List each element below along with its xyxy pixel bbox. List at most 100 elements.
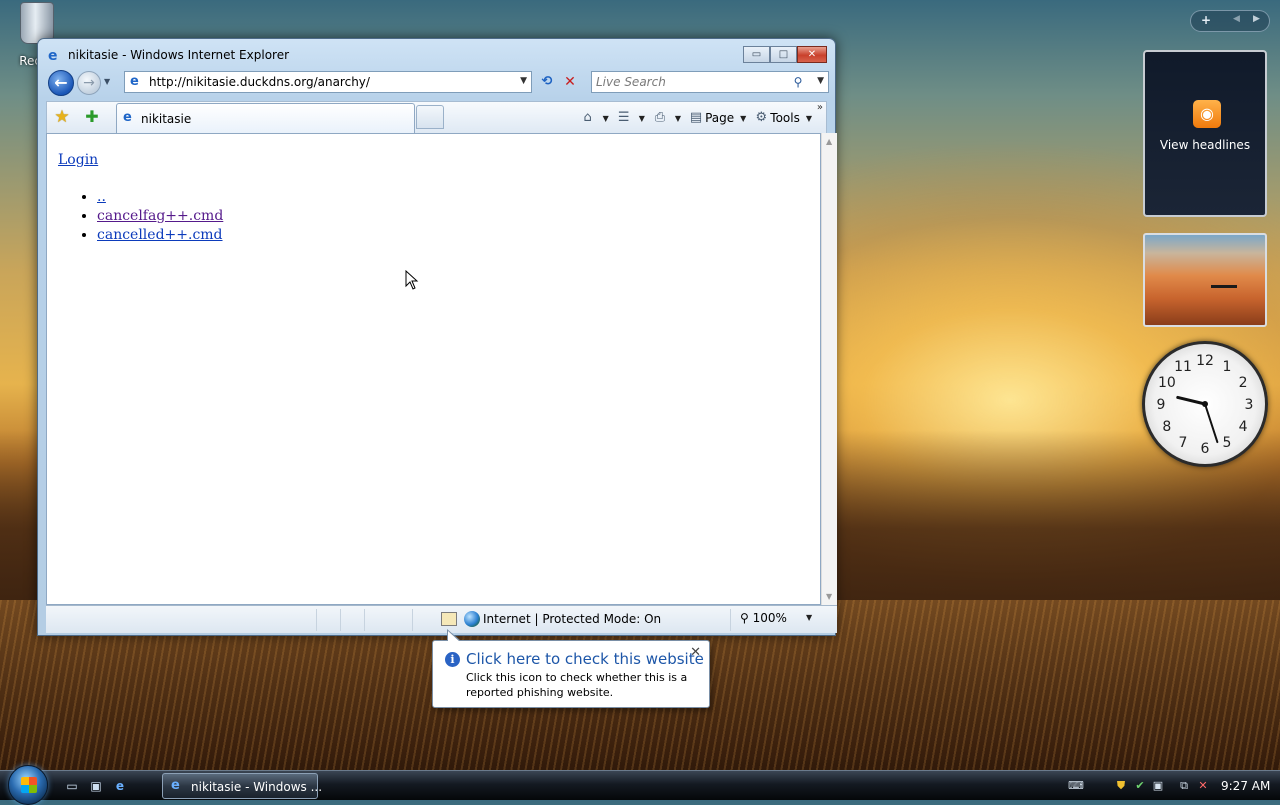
defender-icon[interactable]: ✔ — [1133, 779, 1147, 793]
phishing-check-balloon[interactable]: i Click here to check this website Click… — [432, 629, 710, 708]
file-list: .. cancelfag++.cmd cancelled++.cmd — [85, 188, 223, 245]
status-divider — [340, 609, 341, 631]
show-desktop-icon[interactable]: ▭ — [64, 778, 80, 794]
new-tab-button[interactable] — [416, 105, 444, 129]
refresh-button[interactable]: ⟲ — [537, 72, 557, 92]
switch-windows-icon[interactable]: ▣ — [88, 778, 104, 794]
add-gadget-button[interactable]: + — [1201, 13, 1211, 27]
home-dropdown-icon[interactable]: ▼ — [603, 114, 609, 123]
search-icon[interactable]: ⚲ — [790, 74, 806, 90]
clock-numeral: 3 — [1245, 397, 1254, 413]
oryx-silhouette-icon — [1211, 285, 1237, 299]
ie-window: e nikitasie - Windows Internet Explorer … — [37, 38, 837, 636]
info-icon: i — [445, 652, 460, 667]
windows-logo-icon — [21, 777, 37, 793]
maximize-button[interactable]: □ — [770, 46, 797, 63]
file-link[interactable]: cancelfag++.cmd — [97, 208, 223, 224]
clock-minute-hand — [1204, 403, 1219, 444]
stop-button[interactable]: ✕ — [560, 72, 580, 92]
login-link[interactable]: Login — [58, 152, 98, 168]
status-divider — [412, 609, 413, 631]
add-to-favorites-icon[interactable]: ✚ — [83, 108, 101, 126]
list-item: .. — [97, 188, 223, 207]
taskbar: ▭ ▣ e e nikitasie - Windows ... ⌨ ⛊ ✔ ▣ … — [0, 765, 1280, 805]
balloon-close-icon[interactable]: ✕ — [690, 645, 701, 660]
page-content: Login .. cancelfag++.cmd cancelled++.cmd — [46, 133, 821, 605]
clock-numeral: 5 — [1223, 435, 1232, 451]
phishing-filter-icon[interactable] — [441, 612, 457, 626]
address-url[interactable]: http://nikitasie.duckdns.org/anarchy/ — [149, 75, 370, 89]
clock-face: 1234567891011 12 — [1157, 353, 1254, 457]
clock-time[interactable]: 9:27 AM — [1221, 779, 1270, 793]
security-zone-text[interactable]: Internet | Protected Mode: On — [483, 612, 661, 626]
zoom-level[interactable]: ⚲ 100% — [740, 611, 787, 625]
display-icon[interactable]: ▣ — [1151, 779, 1165, 793]
parent-directory-link[interactable]: .. — [97, 189, 106, 205]
status-bar: Internet | Protected Mode: On ⚲ 100% ▼ — [46, 605, 837, 633]
list-item: cancelfag++.cmd — [97, 207, 223, 226]
clock-numeral: 11 — [1174, 359, 1192, 375]
volume-muted-icon[interactable]: ✕ — [1196, 779, 1210, 793]
favorites-center-icon[interactable]: ★ — [53, 108, 71, 126]
tools-menu-button[interactable]: ⚙ Tools ▼ — [749, 106, 826, 130]
command-bar: ★ ✚ e nikitasie ⌂▼ ☰▼ ⎙▼ ▤ Page ▼ ⚙ T — [46, 101, 827, 133]
scroll-up-icon[interactable]: ▲ — [826, 137, 832, 146]
feeds-button[interactable]: ☰ ▼ — [612, 106, 648, 130]
clock-numeral: 10 — [1158, 375, 1176, 391]
recent-pages-dropdown-icon[interactable]: ▼ — [104, 77, 110, 86]
feed-icon: ☰ — [617, 110, 630, 125]
previous-gadget-button[interactable]: ◀ — [1233, 14, 1240, 24]
tab-page-icon: e — [123, 110, 132, 125]
minimize-button[interactable]: ▭ — [743, 46, 770, 63]
ie-logo-icon: e — [48, 48, 58, 64]
clock-numeral: 7 — [1179, 435, 1188, 451]
vertical-scrollbar[interactable]: ▲ ▼ — [821, 133, 837, 605]
address-dropdown-icon[interactable]: ▼ — [520, 76, 527, 86]
start-button[interactable] — [8, 765, 48, 805]
zoom-value: 100% — [752, 611, 787, 625]
scroll-down-icon[interactable]: ▼ — [826, 592, 832, 601]
printer-icon: ⎙ — [654, 110, 666, 125]
print-dropdown-icon[interactable]: ▼ — [675, 114, 681, 123]
clock-hour-hand — [1176, 395, 1207, 406]
clock-numeral: 4 — [1239, 419, 1248, 435]
clock-numeral: 6 — [1201, 441, 1210, 457]
security-shield-icon[interactable]: ⛊ — [1114, 779, 1128, 793]
sidebar-controls: + ◀ ▶ — [1190, 10, 1270, 32]
list-item: cancelled++.cmd — [97, 226, 223, 245]
clock-numeral: 8 — [1162, 419, 1171, 435]
clock-numeral: 12 — [1196, 353, 1214, 369]
home-button[interactable]: ⌂ ▼ — [576, 106, 612, 130]
network-icon[interactable]: ⧉ — [1177, 779, 1191, 793]
print-button[interactable]: ⎙ ▼ — [648, 106, 684, 130]
page-menu-label: Page — [705, 111, 735, 125]
window-title: nikitasie - Windows Internet Explorer — [68, 48, 290, 62]
feeds-dropdown-icon[interactable]: ▼ — [639, 114, 645, 123]
next-gadget-button[interactable]: ▶ — [1253, 14, 1260, 24]
forward-button[interactable]: → — [77, 71, 101, 95]
home-icon: ⌂ — [583, 110, 592, 125]
zoom-dropdown-icon[interactable]: ▼ — [806, 613, 812, 622]
clock-gadget[interactable]: 1 2 3 4 5 6 7 8 9 10 11 12 — [1142, 341, 1268, 467]
address-bar[interactable]: e http://nikitasie.duckdns.org/anarchy/ … — [124, 71, 532, 93]
back-button[interactable]: ← — [48, 70, 74, 96]
search-options-dropdown-icon[interactable]: ▼ — [817, 76, 824, 86]
chevron-more-icon[interactable]: » — [817, 102, 823, 113]
command-tools: ⌂ ▼ ☰ ▼ ⎙ ▼ ▤ Page ▼ ⚙ Tools ▼ — [576, 102, 826, 134]
page-menu-button[interactable]: ▤ Page ▼ — [684, 106, 749, 130]
tab-nikitasie[interactable]: e nikitasie — [116, 103, 415, 133]
balloon-body: Click this icon to check whether this is… — [466, 671, 688, 699]
taskbar-button-ie[interactable]: e nikitasie - Windows ... — [162, 773, 322, 799]
close-button[interactable]: ✕ — [797, 46, 827, 63]
slideshow-gadget[interactable] — [1143, 233, 1267, 327]
taskbar-button-label: nikitasie - Windows ... — [191, 780, 323, 794]
title-bar[interactable]: e nikitasie - Windows Internet Explorer … — [38, 39, 835, 69]
keyboard-icon[interactable]: ⌨ — [1068, 779, 1084, 793]
file-link[interactable]: cancelled++.cmd — [97, 227, 223, 243]
internet-explorer-icon[interactable]: e — [112, 778, 128, 794]
balloon-title[interactable]: Click here to check this website — [466, 650, 704, 668]
search-box[interactable]: ⚲ ▼ — [591, 71, 829, 93]
window-controls: ▭ □ ✕ — [743, 46, 827, 63]
feed-headlines-gadget[interactable]: ◉ View headlines — [1143, 50, 1267, 217]
search-input[interactable] — [594, 74, 784, 90]
